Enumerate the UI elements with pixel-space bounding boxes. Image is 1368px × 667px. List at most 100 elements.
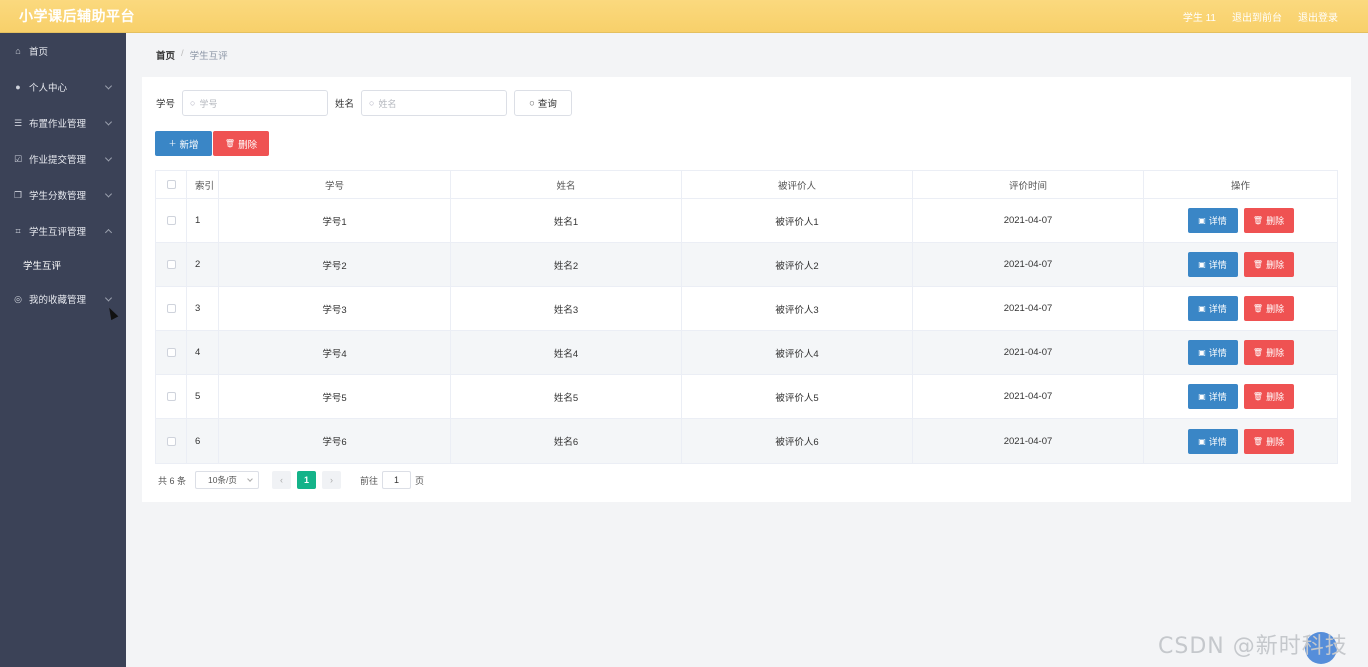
name-input[interactable]: ○ 姓名 — [361, 90, 508, 116]
document-icon: ▣ — [1198, 436, 1206, 446]
crop-icon: ⌗ — [15, 225, 21, 236]
main-panel: 学号 ○ 学号 姓名 ○ 姓名 ○ 查询 ＋ 新增 🗑 删除 索引 学号 姓名 … — [142, 77, 1351, 502]
sidebar-item-peer-review[interactable]: ⌗ 学生互评管理 — [0, 213, 126, 249]
top-nav: 学生 11 退出到前台 退出登录 — [1183, 9, 1338, 24]
name-placeholder: 姓名 — [378, 98, 397, 109]
app-title: 小学课后辅助平台 — [19, 8, 135, 24]
detail-label: 详情 — [1208, 348, 1227, 358]
sidebar-item-label: 我的收藏管理 — [29, 295, 87, 306]
sidebar-item-label: 作业提交管理 — [29, 155, 87, 166]
cell-actions: ▣ 详情 🗑 删除 — [1144, 419, 1337, 463]
sidebar-item-scores[interactable]: ❐ 学生分数管理 — [0, 177, 126, 213]
cell-index: 3 — [187, 287, 219, 330]
table-header: 索引 学号 姓名 被评价人 评价时间 操作 — [156, 171, 1337, 199]
trash-icon: 🗑 — [1252, 436, 1264, 446]
sidebar-item-home[interactable]: ⌂ 首页 — [0, 33, 126, 69]
cell-index: 1 — [187, 199, 219, 242]
header-time: 评价时间 — [913, 171, 1144, 198]
chevron-down-icon — [104, 82, 113, 90]
breadcrumb-separator: / — [181, 48, 184, 59]
back-to-front-link[interactable]: 退出到前台 — [1232, 9, 1282, 24]
row-checkbox[interactable] — [166, 392, 176, 401]
row-checkbox[interactable] — [166, 304, 176, 313]
next-page-button[interactable]: › — [322, 471, 342, 489]
sidebar-item-submission[interactable]: ☑ 作业提交管理 — [0, 141, 126, 177]
header-actions: 操作 — [1230, 180, 1250, 192]
delete-button[interactable]: 🗑 删除 — [1243, 340, 1294, 365]
table-row: 4 学号4 姓名4 被评价人4 2021-04-07 ▣ 详情 🗑 删除 — [156, 331, 1337, 375]
header-index: 索引 — [187, 171, 219, 198]
goto-label: 前往 — [360, 475, 379, 486]
row-checkbox[interactable] — [166, 436, 176, 446]
chevron-down-icon — [104, 190, 113, 198]
row-checkbox[interactable] — [166, 348, 176, 357]
select-all-checkbox[interactable] — [166, 180, 176, 189]
page-size-select[interactable]: 10条/页 — [195, 471, 260, 489]
user-icon: ● — [15, 82, 21, 92]
cell-name: 姓名5 — [451, 375, 682, 418]
sidebar-item-label: 首页 — [29, 47, 49, 58]
search-icon: ○ — [369, 98, 375, 108]
chevron-down-icon — [247, 476, 253, 482]
chevron-down-icon — [104, 154, 113, 162]
sidebar-item-label: 个人中心 — [29, 83, 68, 94]
sidebar: ⌂ 首页 ● 个人中心 ☰ 布置作业管理 ☑ 作业提交管理 ❐ 学生分数管理 ⌗… — [0, 33, 126, 667]
row-select — [156, 375, 187, 418]
header-evaluatee: 被评价人 — [682, 171, 913, 198]
cell-time: 2021-04-07 — [913, 419, 1144, 463]
table-row: 3 学号3 姓名3 被评价人3 2021-04-07 ▣ 详情 🗑 删除 — [156, 287, 1337, 331]
chart-icon: ☑ — [13, 153, 23, 164]
delete-button[interactable]: 🗑 删除 — [1243, 208, 1294, 233]
goto-page-input[interactable]: 1 — [382, 471, 412, 489]
cell-name: 姓名6 — [451, 419, 682, 463]
cell-actions: ▣ 详情 🗑 删除 — [1144, 375, 1337, 418]
document-icon: ▣ — [1198, 260, 1206, 269]
cell-actions: ▣ 详情 🗑 删除 — [1144, 331, 1337, 374]
delete-label: 删除 — [1266, 436, 1285, 447]
query-button[interactable]: ○ 查询 — [514, 90, 573, 116]
header-student-no: 学号 — [219, 171, 451, 198]
sidebar-item-label: 学生分数管理 — [29, 191, 87, 202]
sidebar-subitem-peer-review[interactable]: 学生互评 — [0, 249, 126, 281]
cell-evaluatee: 被评价人5 — [682, 375, 913, 418]
cell-actions: ▣ 详情 🗑 删除 — [1144, 199, 1337, 242]
cell-evaluatee: 被评价人1 — [682, 199, 913, 242]
cell-time: 2021-04-07 — [913, 331, 1144, 374]
sidebar-item-profile[interactable]: ● 个人中心 — [0, 69, 126, 105]
breadcrumb: 首页 / 学生互评 — [156, 48, 228, 62]
delete-button[interactable]: 🗑 删除 — [1243, 252, 1294, 277]
prev-page-button[interactable]: ‹ — [272, 471, 292, 489]
detail-label: 详情 — [1208, 392, 1227, 402]
sidebar-item-label: 布置作业管理 — [29, 119, 87, 130]
logout-link[interactable]: 退出登录 — [1298, 9, 1338, 24]
detail-button[interactable]: ▣ 详情 — [1187, 428, 1238, 454]
detail-button[interactable]: ▣ 详情 — [1187, 296, 1238, 321]
sidebar-item-homework[interactable]: ☰ 布置作业管理 — [0, 105, 126, 141]
total-count: 共 6 条 — [158, 475, 187, 486]
detail-button[interactable]: ▣ 详情 — [1187, 340, 1238, 365]
detail-button[interactable]: ▣ 详情 — [1187, 252, 1238, 277]
detail-button[interactable]: ▣ 详情 — [1187, 208, 1238, 233]
cell-time: 2021-04-07 — [913, 199, 1144, 242]
student-no-input[interactable]: ○ 学号 — [182, 90, 329, 116]
user-name[interactable]: 学生 11 — [1183, 9, 1216, 24]
page-suffix: 页 — [415, 475, 425, 486]
name-label: 姓名 — [335, 99, 355, 110]
help-icon: ◎ — [14, 293, 22, 304]
detail-button[interactable]: ▣ 详情 — [1187, 384, 1238, 409]
row-checkbox[interactable] — [166, 216, 176, 225]
cell-actions: ▣ 详情 🗑 删除 — [1144, 287, 1337, 330]
student-no-placeholder: 学号 — [199, 98, 218, 109]
delete-selected-button[interactable]: 🗑 删除 — [213, 131, 269, 156]
delete-button[interactable]: 🗑 删除 — [1243, 384, 1294, 409]
cell-student-no: 学号2 — [219, 243, 451, 286]
delete-button[interactable]: 🗑 删除 — [1243, 296, 1294, 321]
cell-name: 姓名3 — [451, 287, 682, 330]
cell-index: 4 — [187, 331, 219, 374]
row-checkbox[interactable] — [166, 260, 176, 269]
add-button[interactable]: ＋ 新增 — [155, 131, 212, 156]
page-number-current[interactable]: 1 — [297, 471, 317, 489]
delete-button[interactable]: 🗑 删除 — [1243, 428, 1294, 454]
breadcrumb-home[interactable]: 首页 — [156, 48, 175, 62]
chevron-down-icon — [104, 118, 113, 126]
